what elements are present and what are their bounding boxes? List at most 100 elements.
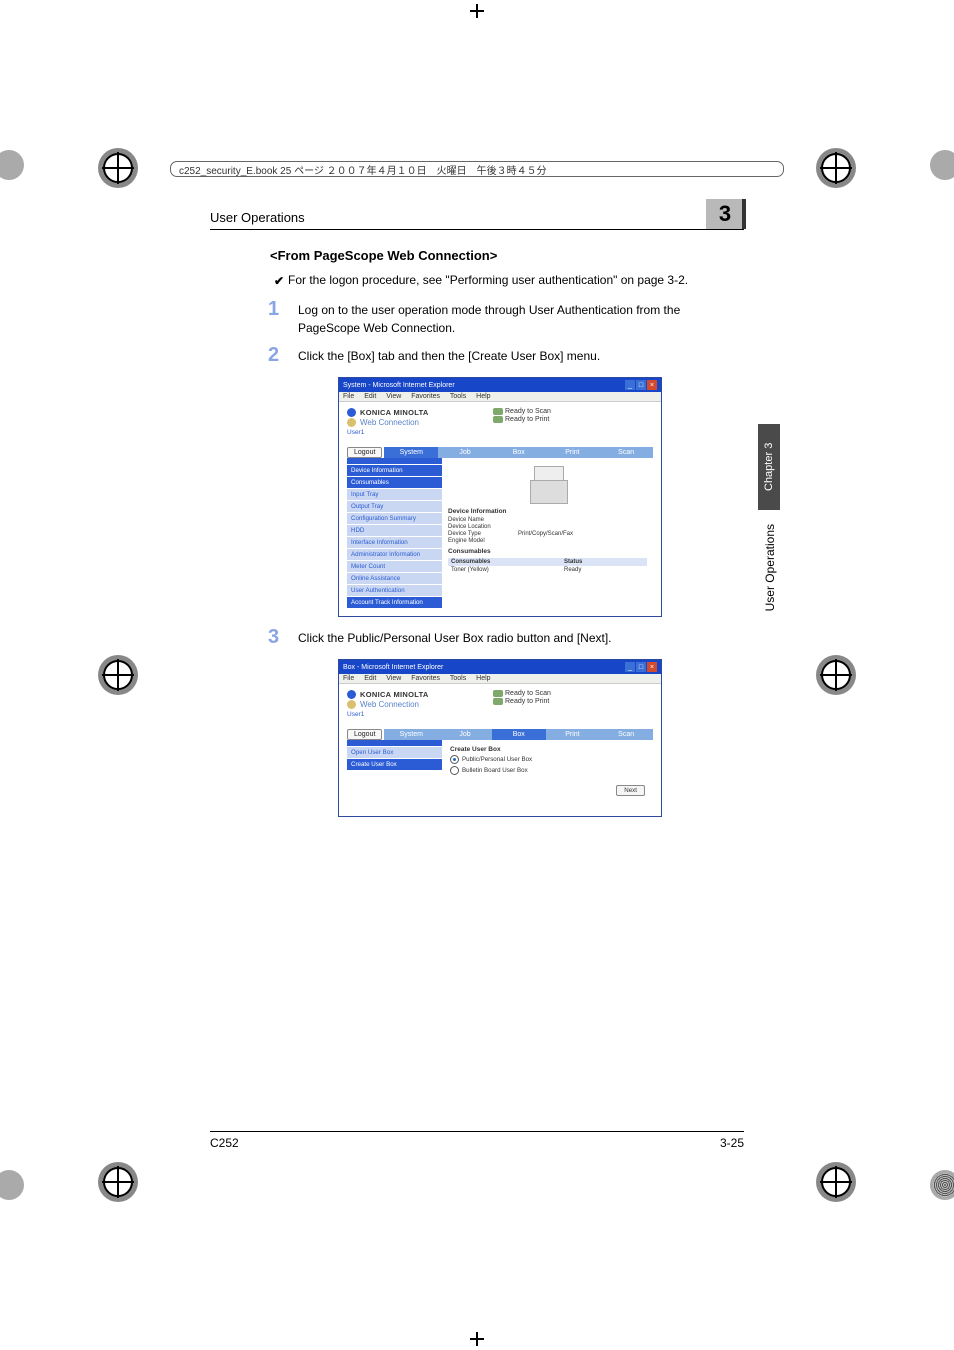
radio-label: Bulletin Board User Box [462, 767, 528, 774]
sidebar-item-interface-info[interactable]: Interface Information [347, 536, 442, 548]
tab-scan[interactable]: Scan [599, 729, 653, 740]
tab-box[interactable]: Box [492, 729, 546, 740]
menu-view[interactable]: View [386, 675, 401, 682]
step-number: 3 [268, 626, 279, 649]
close-icon[interactable]: × [647, 380, 657, 390]
corner-decoration [930, 1170, 954, 1200]
registration-mark [816, 1162, 856, 1202]
logged-in-user: User1 [347, 711, 653, 718]
minimize-icon[interactable]: _ [625, 662, 635, 672]
step-1: 1 Log on to the user operation mode thro… [270, 301, 744, 337]
brand-text: KONICA MINOLTA [360, 408, 429, 417]
menu-view[interactable]: View [386, 393, 401, 400]
footer-left: C252 [210, 1136, 239, 1150]
tab-print[interactable]: Print [546, 447, 600, 458]
radio-bulletin-board[interactable]: Bulletin Board User Box [450, 766, 645, 775]
col-status: Status [561, 558, 647, 566]
footer-right: 3-25 [720, 1136, 744, 1150]
radio-label: Public/Personal User Box [462, 756, 532, 763]
menu-tools[interactable]: Tools [450, 393, 466, 400]
logged-in-user: User1 [347, 429, 653, 436]
sidebar-item-consumables[interactable]: Consumables [347, 476, 442, 488]
menu-favorites[interactable]: Favorites [411, 675, 440, 682]
registration-mark [98, 1162, 138, 1202]
radio-icon[interactable] [450, 755, 459, 764]
menu-favorites[interactable]: Favorites [411, 393, 440, 400]
tab-print[interactable]: Print [546, 729, 600, 740]
menu-edit[interactable]: Edit [364, 393, 376, 400]
sidebar-item-hdd[interactable]: HDD [347, 524, 442, 536]
sidebar-item-output-tray[interactable]: Output Tray [347, 500, 442, 512]
next-button[interactable]: Next [616, 785, 645, 796]
sidebar-item-config-summary[interactable]: Configuration Summary [347, 512, 442, 524]
sidebar-item-device-info[interactable]: Device Information [347, 464, 442, 476]
status-ready-scan: Ready to Scan [505, 690, 551, 697]
sidebar-item-input-tray[interactable]: Input Tray [347, 488, 442, 500]
browser-menubar[interactable]: File Edit View Favorites Tools Help [339, 674, 661, 684]
book-header: c252_security_E.book 25 ページ ２００７年４月１０日 火… [170, 161, 784, 177]
status-lamp-icon [493, 408, 503, 415]
corner-decoration [930, 150, 954, 180]
step-number: 1 [268, 298, 279, 321]
side-tab-chapter: Chapter 3 [758, 424, 780, 510]
window-title: System - Microsoft Internet Explorer [343, 382, 455, 389]
maximize-icon[interactable]: □ [636, 662, 646, 672]
tab-box[interactable]: Box [492, 447, 546, 458]
check-note: ✔ For the logon procedure, see "Performi… [288, 271, 744, 289]
registration-mark [98, 148, 138, 188]
menu-help[interactable]: Help [476, 393, 490, 400]
maximize-icon[interactable]: □ [636, 380, 646, 390]
row-toner-status: Ready [561, 566, 647, 574]
minimize-icon[interactable]: _ [625, 380, 635, 390]
step-3: 3 Click the Public/Personal User Box rad… [270, 629, 744, 647]
brand-icon [347, 690, 356, 699]
screenshot-system-tab: System - Microsoft Internet Explorer _ □… [338, 377, 662, 617]
tab-system[interactable]: System [384, 447, 438, 458]
status-ready-print: Ready to Print [505, 416, 549, 423]
row-toner-yellow: Toner (Yellow) [448, 566, 561, 574]
menu-file[interactable]: File [343, 393, 354, 400]
crop-mark-bottom [470, 1332, 484, 1346]
tab-system[interactable]: System [384, 729, 438, 740]
sidebar-item-user-auth[interactable]: User Authentication [347, 584, 442, 596]
registration-mark [816, 148, 856, 188]
close-icon[interactable]: × [647, 662, 657, 672]
corner-decoration [0, 1170, 24, 1200]
window-titlebar: Box - Microsoft Internet Explorer _ □ × [339, 660, 661, 674]
step-2: 2 Click the [Box] tab and then the [Crea… [270, 347, 744, 365]
sidebar-box: Open User Box Create User Box [347, 740, 442, 808]
registration-mark [816, 655, 856, 695]
logout-button[interactable]: Logout [347, 447, 382, 458]
sidebar-item-online-assist[interactable]: Online Assistance [347, 572, 442, 584]
label-device-location: Device Location [448, 524, 518, 530]
sidebar-item-meter-count[interactable]: Meter Count [347, 560, 442, 572]
window-titlebar: System - Microsoft Internet Explorer _ □… [339, 378, 661, 392]
sidebar-item-account-track[interactable]: Account Track Information [347, 596, 442, 608]
running-head: User Operations [210, 210, 744, 230]
label-device-name: Device Name [448, 517, 518, 523]
tab-scan[interactable]: Scan [599, 447, 653, 458]
step-text: Click the Public/Personal User Box radio… [298, 629, 744, 647]
radio-public-personal[interactable]: Public/Personal User Box [450, 755, 645, 764]
menu-help[interactable]: Help [476, 675, 490, 682]
menu-tools[interactable]: Tools [450, 675, 466, 682]
status-lamp-icon [493, 690, 503, 697]
menu-edit[interactable]: Edit [364, 675, 376, 682]
sidebar-item-admin-info[interactable]: Administrator Information [347, 548, 442, 560]
browser-menubar[interactable]: File Edit View Favorites Tools Help [339, 392, 661, 402]
window-title: Box - Microsoft Internet Explorer [343, 664, 443, 671]
tab-job[interactable]: Job [438, 447, 492, 458]
menu-file[interactable]: File [343, 675, 354, 682]
radio-icon[interactable] [450, 766, 459, 775]
check-text: For the logon procedure, see "Performing… [288, 273, 688, 287]
tab-job[interactable]: Job [438, 729, 492, 740]
consumables-heading: Consumables [448, 548, 647, 555]
sidebar-item-open-user-box[interactable]: Open User Box [347, 746, 442, 758]
crop-mark-top [470, 4, 484, 18]
step-text: Click the [Box] tab and then the [Create… [298, 347, 744, 365]
pagescope-label: Web Connection [360, 418, 419, 427]
logout-button[interactable]: Logout [347, 729, 382, 740]
registration-mark [98, 655, 138, 695]
sidebar-item-create-user-box[interactable]: Create User Box [347, 758, 442, 770]
corner-decoration [0, 150, 24, 180]
